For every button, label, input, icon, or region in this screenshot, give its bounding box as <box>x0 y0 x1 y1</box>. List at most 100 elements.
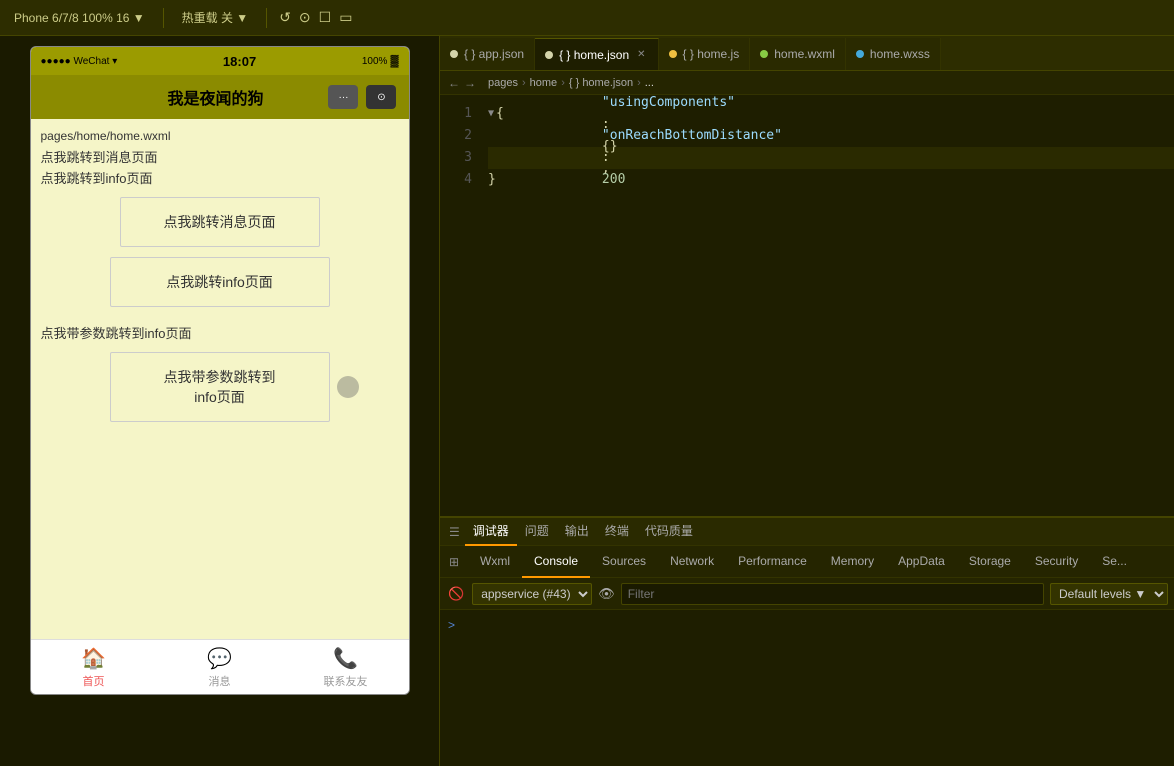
phone-status-bar: ●●●●● WeChat ▾ 18:07 100% ▓ <box>31 47 409 75</box>
fold-arrow-1[interactable]: ▼ <box>488 103 494 125</box>
dt2-tab-network[interactable]: Network <box>658 546 726 578</box>
dt-tab-output[interactable]: 输出 <box>557 518 597 546</box>
eye-icon[interactable]: 👁 <box>598 586 615 602</box>
dt-tab-code-quality[interactable]: 代码质量 <box>637 518 701 546</box>
stop-icon[interactable]: ⊙ <box>299 9 311 26</box>
breadcrumb-forward-btn[interactable]: → <box>464 76 476 90</box>
editor-code: 1 2 3 4 ▼ { "usingComponents" : {} , <box>440 95 1174 516</box>
line-num-3: 3 <box>440 147 472 169</box>
dt2-tab-sources[interactable]: Sources <box>590 546 658 578</box>
tab-label-home-wxss: home.wxss <box>870 47 930 61</box>
devtools-sidebar-icon[interactable]: ⊞ <box>440 546 468 578</box>
code-line-3: "onReachBottomDistance" : 200 <box>488 147 1174 169</box>
editor-panel: { } app.json { } home.json ✕ { } home.js… <box>440 36 1174 766</box>
phone-carrier: ●●●●● WeChat ▾ <box>41 56 118 67</box>
main-area: ●●●●● WeChat ▾ 18:07 100% ▓ 我是夜闻的狗 ··· ⊙… <box>0 36 1174 766</box>
toolbar-sep-2 <box>266 8 267 28</box>
tab-app-json[interactable]: { } app.json <box>440 38 535 70</box>
dt2-tab-appdata[interactable]: AppData <box>886 546 957 578</box>
clear-console-icon[interactable]: 🚫 <box>446 584 466 604</box>
breadcrumb-pages: pages <box>488 77 518 89</box>
dt-tab-debugger[interactable]: 调试器 <box>465 518 517 546</box>
console-arrow-icon: > <box>448 618 455 632</box>
home-tab-icon: 🏠 <box>81 646 106 671</box>
home-tab-label: 首页 <box>83 673 105 689</box>
phone-time: 18:07 <box>223 54 256 69</box>
phone-content: pages/home/home.wxml 点我跳转到消息页面 点我跳转到info… <box>31 119 409 639</box>
phone-battery: 100% ▓ <box>362 55 399 67</box>
devtools-console[interactable]: > <box>440 610 1174 766</box>
phone-nav-home[interactable]: ⊙ <box>366 85 396 109</box>
tab-dot-app-json <box>450 50 458 58</box>
tab-label-home-wxml: home.wxml <box>774 47 835 61</box>
phone-btn-msg[interactable]: 点我跳转消息页面 <box>120 197 320 247</box>
breadcrumb-sep1: › <box>522 77 526 89</box>
devtools-sidebar-toggle[interactable]: ☰ <box>444 523 465 541</box>
dt2-tab-console[interactable]: Console <box>522 546 590 578</box>
contact-tab-icon: 📞 <box>333 646 358 671</box>
device-selector[interactable]: Phone 6/7/8 100% 16 ▼ <box>8 9 151 27</box>
phone-tab-contact[interactable]: 📞 联系友友 <box>283 640 409 694</box>
dt2-tab-storage[interactable]: Storage <box>957 546 1023 578</box>
tab-home-wxml[interactable]: home.wxml <box>750 38 846 70</box>
contact-tab-label: 联系友友 <box>324 673 368 689</box>
dt2-tab-security[interactable]: Security <box>1023 546 1090 578</box>
dt2-tab-performance[interactable]: Performance <box>726 546 819 578</box>
phone-frame: ●●●●● WeChat ▾ 18:07 100% ▓ 我是夜闻的狗 ··· ⊙… <box>30 46 410 695</box>
phone-btn-info-params[interactable]: 点我带参数跳转到info页面 <box>110 352 330 422</box>
hot-reload-btn[interactable]: 热重载 关 ▼ <box>176 7 255 28</box>
msg-tab-label: 消息 <box>209 673 231 689</box>
line-num-1: 1 <box>440 103 472 125</box>
tab-dot-home-wxml <box>760 50 768 58</box>
phone-tab-msg[interactable]: 💬 消息 <box>157 640 283 694</box>
breadcrumb-file: { } home.json <box>569 77 633 89</box>
dt-tab-terminal[interactable]: 终端 <box>597 518 637 546</box>
tab-label-app-json: { } app.json <box>464 47 524 61</box>
devtools-panel: ☰ 调试器 问题 输出 终端 代码质量 ⊞ Wxml Console Sourc… <box>440 516 1174 766</box>
devtools-second-tabs: ⊞ Wxml Console Sources Network Performan… <box>440 546 1174 578</box>
toolbar-left: Phone 6/7/8 100% 16 ▼ 热重载 关 ▼ ↺ ⊙ ☐ ▭ <box>8 7 352 28</box>
code-open-brace: { <box>496 103 504 125</box>
phone-btn-info[interactable]: 点我跳转info页面 <box>110 257 330 307</box>
breadcrumb-home: home <box>530 77 558 89</box>
ripple-effect <box>337 376 359 398</box>
phone-bottom-tabs: 🏠 首页 💬 消息 📞 联系友友 <box>31 639 409 694</box>
dt-tab-issues[interactable]: 问题 <box>517 518 557 546</box>
dt2-tab-wxml[interactable]: Wxml <box>468 546 522 578</box>
dt2-tab-memory[interactable]: Memory <box>819 546 886 578</box>
msg-tab-icon: 💬 <box>207 646 232 671</box>
phone-nav-dots[interactable]: ··· <box>328 85 358 109</box>
levels-select[interactable]: Default levels ▼ <box>1050 583 1168 605</box>
phone-text1: 点我跳转到消息页面 <box>41 147 399 166</box>
devtools-top-tabs: ☰ 调试器 问题 输出 终端 代码质量 <box>440 518 1174 546</box>
top-toolbar: Phone 6/7/8 100% 16 ▼ 热重载 关 ▼ ↺ ⊙ ☐ ▭ <box>0 0 1174 36</box>
phone-text3: 点我带参数跳转到info页面 <box>41 323 399 342</box>
phone-path: pages/home/home.wxml <box>41 129 399 143</box>
tab-home-json[interactable]: { } home.json ✕ <box>535 38 658 70</box>
tab-dot-home-wxss <box>856 50 864 58</box>
tab-close-home-json[interactable]: ✕ <box>635 48 647 61</box>
panel-icon[interactable]: ▭ <box>339 9 352 26</box>
tab-label-home-json: { } home.json <box>559 48 629 62</box>
filter-input[interactable] <box>621 583 1044 605</box>
line-num-4: 4 <box>440 169 472 191</box>
tab-home-js[interactable]: { } home.js <box>659 38 751 70</box>
refresh-icon[interactable]: ↺ <box>279 9 291 26</box>
context-select[interactable]: appservice (#43) <box>472 583 592 605</box>
tab-label-home-js: { } home.js <box>683 47 740 61</box>
tab-dot-home-json <box>545 51 553 59</box>
breadcrumb-back-btn[interactable]: ← <box>448 76 460 90</box>
breadcrumb-sep3: › <box>637 77 641 89</box>
line-num-2: 2 <box>440 125 472 147</box>
tab-home-wxss[interactable]: home.wxss <box>846 38 941 70</box>
phone-panel: ●●●●● WeChat ▾ 18:07 100% ▓ 我是夜闻的狗 ··· ⊙… <box>0 36 440 766</box>
dt2-tab-more[interactable]: Se... <box>1090 546 1139 578</box>
phone-tab-home[interactable]: 🏠 首页 <box>31 640 157 694</box>
line-numbers: 1 2 3 4 <box>440 95 480 516</box>
phone-text2: 点我跳转到info页面 <box>41 168 399 187</box>
tab-dot-home-js <box>669 50 677 58</box>
toolbar-sep-1 <box>163 8 164 28</box>
window-icon[interactable]: ☐ <box>319 9 332 26</box>
code-area[interactable]: ▼ { "usingComponents" : {} , "onReachBot… <box>480 95 1174 516</box>
phone-nav-icons: ··· ⊙ <box>328 85 396 109</box>
